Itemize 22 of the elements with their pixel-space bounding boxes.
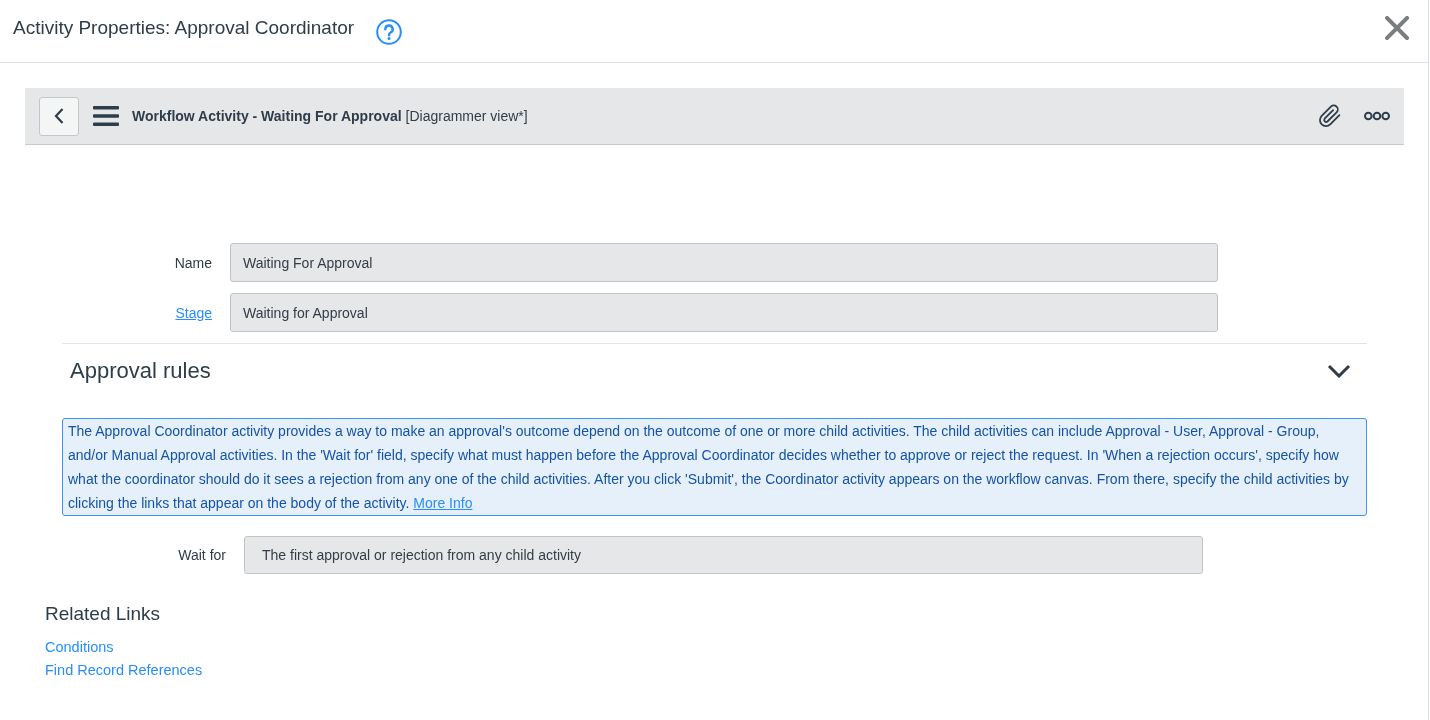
chevron-down-icon[interactable]	[1327, 364, 1351, 378]
field-label: Wait for	[178, 547, 226, 563]
form-title: Workflow Activity - Waiting For Approval [Diagrammer view*]	[132, 108, 528, 124]
chevron-left-icon	[54, 108, 64, 124]
more-info-link[interactable]: More Info	[413, 495, 473, 511]
text-field[interactable]: The first approval or rejection from any child activity	[244, 536, 1203, 574]
dialog-title: Activity Properties: Approval Coordinator	[13, 17, 355, 39]
help-icon[interactable]	[376, 19, 403, 45]
menu-icon[interactable]	[93, 106, 119, 126]
more-options-icon[interactable]	[1364, 111, 1390, 121]
section-heading: Approval rules	[70, 358, 211, 384]
info-text: The Approval Coordinator activity provides a way to make an approval's outcome depend on the outcome of one or more child activities. The child activities can include Approval - User, Approval - Group, and/or Manual Approval activities. In the 'Wait for' field, specify what must happen before the Approval Coordinator decides whether to approve or reject the request. In 'When a rejection occurs', specify how what the coordinator should do it sees a rejection from any one of the child activities. After you click 'Submit', the Coordinator activity appears on the workflow canvas. From there, specify the child activities by clicking the links that appear on the body of the activity. More Info	[68, 422, 1350, 513]
text-field[interactable]: Waiting for Approval	[230, 293, 1218, 332]
close-icon[interactable]	[1385, 16, 1409, 40]
field-label-link[interactable]: Stage	[175, 304, 212, 321]
text-field[interactable]: Waiting For Approval	[230, 243, 1218, 282]
field-label: Name	[174, 254, 212, 271]
back-button[interactable]	[39, 96, 79, 136]
related-links-heading: Related Links	[45, 602, 161, 626]
related-link[interactable]: Conditions	[45, 636, 114, 659]
related-link[interactable]: Find Record References	[45, 659, 203, 682]
paperclip-icon[interactable]	[1318, 104, 1342, 128]
